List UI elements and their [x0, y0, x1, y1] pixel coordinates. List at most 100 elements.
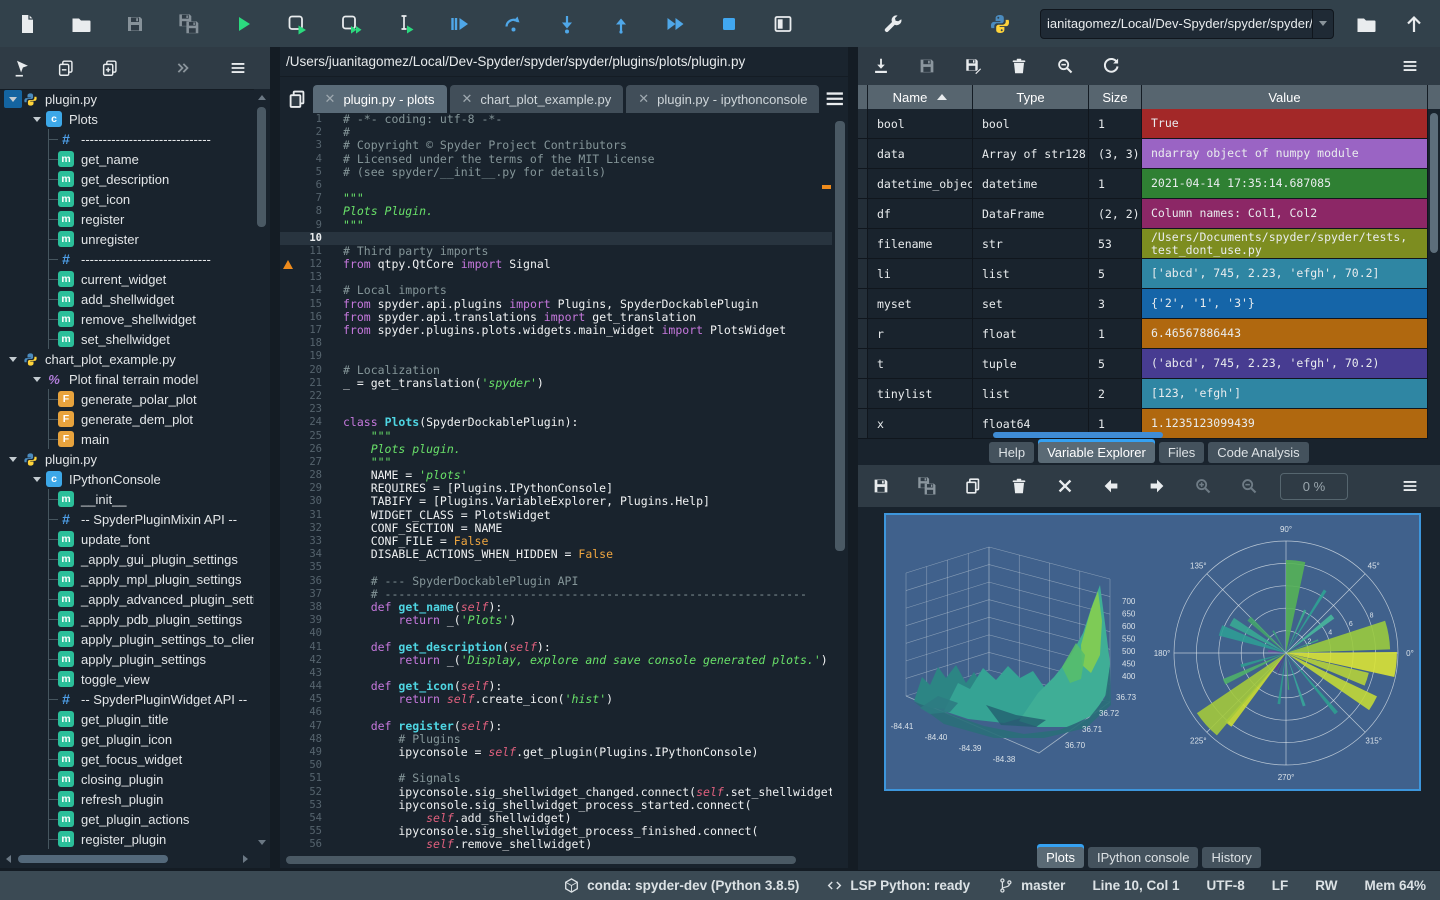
- column-header-value[interactable]: Value: [1142, 85, 1428, 109]
- outline-item-apply_plugin_settings[interactable]: mapply_plugin_settings: [0, 649, 254, 669]
- tab-ipython-console[interactable]: IPython console: [1088, 847, 1199, 868]
- save-data-icon[interactable]: [904, 45, 950, 87]
- variable-row-bool[interactable]: boolbool1True: [858, 109, 1440, 139]
- code-line-2[interactable]: 2#: [280, 126, 848, 139]
- code-line-26[interactable]: 26 Plots plugin.: [280, 443, 848, 456]
- code-line-32[interactable]: 32 CONF_SECTION = NAME: [280, 522, 848, 535]
- code-line-43[interactable]: 43: [280, 667, 848, 680]
- variable-type[interactable]: list: [973, 379, 1089, 408]
- variable-row-datetime_object[interactable]: datetime_objectdatetime12021-04-14 17:35…: [858, 169, 1440, 199]
- variable-row-t[interactable]: ttuple5('abcd', 745, 2.23, 'efgh', 70.2): [858, 349, 1440, 379]
- variable-name[interactable]: myset: [868, 289, 973, 318]
- search-icon[interactable]: [1042, 45, 1088, 87]
- variable-name[interactable]: r: [868, 319, 973, 348]
- code-line-46[interactable]: 46: [280, 706, 848, 719]
- outline-item-get_name[interactable]: mget_name: [0, 149, 254, 169]
- run-selection-icon[interactable]: [378, 0, 432, 47]
- browse-working-directory-icon[interactable]: [1344, 0, 1388, 47]
- variable-name[interactable]: df: [868, 199, 973, 228]
- expand-chevron-icon[interactable]: [28, 370, 46, 388]
- code-line-5[interactable]: 5# (see spyder/__init__.py for details): [280, 166, 848, 179]
- tab-help[interactable]: Help: [989, 442, 1034, 463]
- outline-item-pluginpy[interactable]: plugin.py: [0, 89, 254, 109]
- code-line-22[interactable]: 22: [280, 390, 848, 403]
- parent-directory-icon[interactable]: [1392, 0, 1436, 47]
- code-line-51[interactable]: 51 # Signals: [280, 772, 848, 785]
- expand-chevron-icon[interactable]: [28, 470, 46, 488]
- variable-value[interactable]: 6.46567886443: [1142, 319, 1428, 348]
- maximize-pane-icon[interactable]: [756, 0, 810, 47]
- outline-options-menu-icon[interactable]: [216, 47, 260, 89]
- collapse-doc-icon[interactable]: [44, 47, 88, 89]
- variable-size[interactable]: (2, 2): [1089, 199, 1142, 228]
- editor-tab-plugin-py---plots[interactable]: ✕plugin.py - plots: [313, 85, 447, 113]
- variable-name[interactable]: filename: [868, 229, 973, 258]
- current-plot-figure[interactable]: 700650600550500450400-84.41-84.40-84.39-…: [884, 513, 1421, 791]
- expand-chevron-icon[interactable]: [28, 110, 46, 128]
- code-line-8[interactable]: 8Plots Plugin.: [280, 205, 848, 218]
- tab-variable-explorer[interactable]: Variable Explorer: [1038, 442, 1155, 463]
- code-line-6[interactable]: 6: [280, 179, 848, 192]
- code-line-41[interactable]: 41 def get_description(self):: [280, 641, 848, 654]
- variable-value[interactable]: True: [1142, 109, 1428, 138]
- outline-tree[interactable]: plugin.pycPlots#------------------------…: [0, 89, 254, 851]
- code-line-54[interactable]: 54 self.add_shellwidget): [280, 812, 848, 825]
- continue-icon[interactable]: [648, 0, 702, 47]
- outline-item-pluginpy[interactable]: plugin.py: [0, 449, 254, 469]
- variable-value[interactable]: ('abcd', 745, 2.23, 'efgh', 70.2): [1142, 349, 1428, 378]
- code-line-17[interactable]: 17from spyder.plugins.plots.widgets.main…: [280, 324, 848, 337]
- close-x-icon[interactable]: [1042, 465, 1088, 507]
- outline-item-main[interactable]: Fmain: [0, 429, 254, 449]
- outline-horizontal-scrollbar[interactable]: [0, 851, 254, 867]
- outline-item-apply_plugin_settings_to_clien[interactable]: mapply_plugin_settings_to_clients: [0, 629, 254, 649]
- code-line-52[interactable]: 52 ipyconsole.sig_shellwidget_changed.co…: [280, 786, 848, 799]
- code-line-50[interactable]: 50: [280, 759, 848, 772]
- tab-history[interactable]: History: [1202, 847, 1260, 868]
- outline-item-current_widget[interactable]: mcurrent_widget: [0, 269, 254, 289]
- variable-size[interactable]: 1: [1089, 319, 1142, 348]
- outline-item-SpyderPluginWidgetAPI[interactable]: #-- SpyderPluginWidget API --: [0, 689, 254, 709]
- variable-size[interactable]: 1: [1089, 169, 1142, 198]
- close-tab-icon[interactable]: ✕: [462, 91, 473, 107]
- variable-value[interactable]: [123, 'efgh']: [1142, 379, 1428, 408]
- code-line-18[interactable]: 18: [280, 337, 848, 350]
- expand-chevron-icon[interactable]: [4, 450, 22, 468]
- variable-type[interactable]: Array of str128: [973, 139, 1089, 168]
- code-line-16[interactable]: 16from spyder.api.translations import ge…: [280, 311, 848, 324]
- variable-name[interactable]: tinylist: [868, 379, 973, 408]
- column-header-type[interactable]: Type: [973, 85, 1089, 109]
- save-data-as-icon[interactable]: [950, 45, 996, 87]
- editor-vertical-scrollbar[interactable]: [832, 113, 848, 852]
- code-line-39[interactable]: 39 return _('Plots'): [280, 614, 848, 627]
- code-line-14[interactable]: 14# Local imports: [280, 284, 848, 297]
- code-line-38[interactable]: 38 def get_name(self):: [280, 601, 848, 614]
- variable-name[interactable]: t: [868, 349, 973, 378]
- combobox-dropdown-icon[interactable]: [1312, 10, 1333, 38]
- stop-icon[interactable]: [702, 0, 756, 47]
- code-line-48[interactable]: 48 # Plugins: [280, 733, 848, 746]
- variable-row-data[interactable]: dataArray of str128(3, 3)ndarray object …: [858, 139, 1440, 169]
- code-line-30[interactable]: 30 TABIFY = [Plugins.VariableExplorer, P…: [280, 495, 848, 508]
- plots-options-menu-icon[interactable]: [1388, 465, 1432, 507]
- open-folder-icon[interactable]: [54, 0, 108, 47]
- code-line-12[interactable]: 12from qtpy.QtCore import Signal: [280, 258, 848, 271]
- outline-item-get_plugin_icon[interactable]: mget_plugin_icon: [0, 729, 254, 749]
- outline-item-IPythonConsole[interactable]: cIPythonConsole: [0, 469, 254, 489]
- save-data-icon[interactable]: [858, 465, 904, 507]
- run-cell-advance-icon[interactable]: [324, 0, 378, 47]
- code-line-29[interactable]: 29 REQUIRES = [Plugins.IPythonConsole]: [280, 482, 848, 495]
- editor-tab-chart-plot-example-py[interactable]: ✕chart_plot_example.py: [450, 85, 624, 113]
- code-line-42[interactable]: 42 return _('Display, explore and save c…: [280, 654, 848, 667]
- code-line-37[interactable]: 37 # -----------------------------------…: [280, 588, 848, 601]
- code-line-9[interactable]: 9""": [280, 219, 848, 232]
- outline-item-_apply_pdb_plugin_settings[interactable]: m_apply_pdb_plugin_settings: [0, 609, 254, 629]
- code-line-28[interactable]: 28 NAME = 'plots': [280, 469, 848, 482]
- outline-item-get_focus_widget[interactable]: mget_focus_widget: [0, 749, 254, 769]
- outline-item-add_shellwidget[interactable]: madd_shellwidget: [0, 289, 254, 309]
- variable-size[interactable]: 2: [1089, 379, 1142, 408]
- outline-item-get_description[interactable]: mget_description: [0, 169, 254, 189]
- variable-size[interactable]: 5: [1089, 259, 1142, 288]
- code-line-34[interactable]: 34 DISABLE_ACTIONS_WHEN_HIDDEN = False: [280, 548, 848, 561]
- outline-item-unregister[interactable]: munregister: [0, 229, 254, 249]
- outline-item-Plots[interactable]: cPlots: [0, 109, 254, 129]
